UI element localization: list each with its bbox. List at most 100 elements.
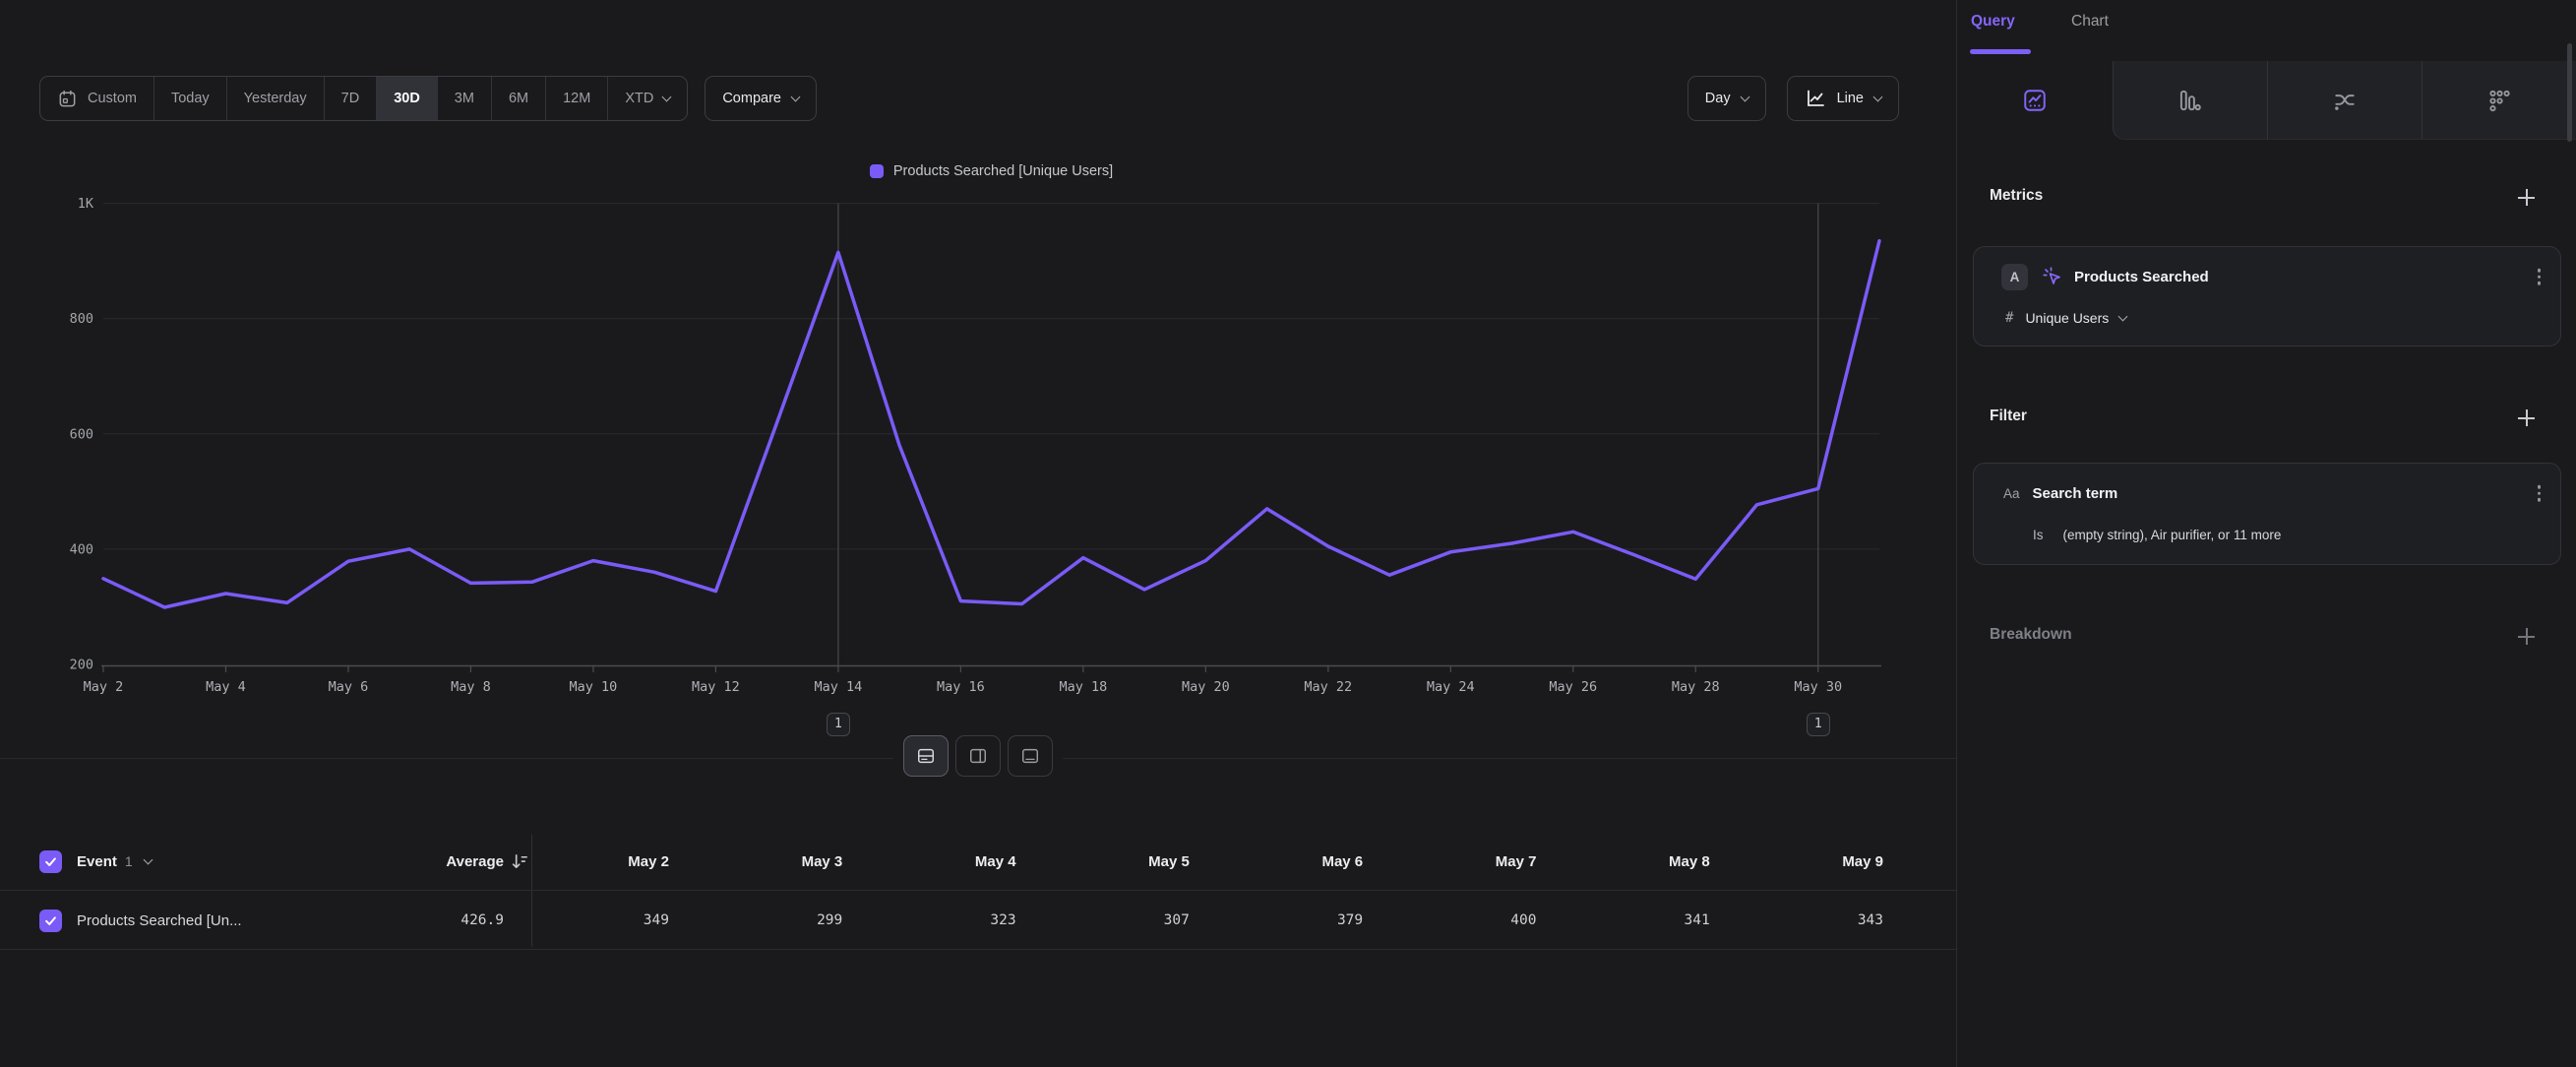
range-7d[interactable]: 7D — [324, 77, 377, 120]
filter-operator[interactable]: Is — [2033, 528, 2044, 542]
view-layout-toggle — [893, 735, 1063, 777]
viz-tab-insights[interactable] — [1957, 61, 2112, 140]
more-options-icon[interactable] — [2538, 269, 2542, 285]
x-tick-label: May 30 — [1794, 679, 1842, 695]
line-chart-icon — [1805, 88, 1826, 109]
metrics-heading: Metrics — [1990, 187, 2043, 205]
chart-legend[interactable]: Products Searched [Unique Users] — [103, 163, 1879, 179]
filter-card[interactable]: Aa Search term Is (empty string), Air pu… — [1973, 463, 2561, 565]
aggregation-prefix: # — [2005, 310, 2013, 326]
x-tick-label: May 4 — [206, 679, 246, 695]
chart-type-label: Line — [1837, 91, 1864, 106]
viz-tab-flows[interactable] — [2267, 61, 2422, 140]
add-breakdown-icon[interactable] — [2518, 628, 2535, 645]
cell-value: 341 — [1563, 891, 1710, 950]
viz-tab-retention[interactable] — [2423, 61, 2576, 140]
row-average: 426.9 — [366, 891, 504, 950]
y-tick-label: 600 — [70, 426, 93, 442]
chart-area[interactable]: Products Searched [Unique Users] 1K80060… — [0, 128, 1956, 758]
annotation-badge[interactable]: 1 — [827, 713, 850, 736]
column-header: May 5 — [1042, 832, 1190, 891]
event-label: Event — [77, 853, 117, 870]
funnels-icon — [2177, 88, 2202, 113]
query-panel: Query Chart Metrics A Products Searched … — [1956, 0, 2576, 1067]
row-name: Products Searched [Un... — [77, 891, 242, 950]
insights-icon — [2022, 88, 2048, 113]
chevron-down-icon — [143, 854, 153, 864]
cell-value: 299 — [695, 891, 842, 950]
x-tick-label: May 8 — [451, 679, 491, 695]
chevron-down-icon — [662, 92, 672, 101]
select-all-checkbox[interactable] — [39, 832, 62, 891]
event-dropdown[interactable]: Event 1 — [77, 832, 152, 891]
filter-value[interactable]: (empty string), Air purifier, or 11 more — [2063, 528, 2282, 542]
range-6m[interactable]: 6M — [491, 77, 545, 120]
chevron-down-icon — [791, 92, 801, 101]
layout-chart-and-table-button[interactable] — [903, 735, 949, 777]
viz-tab-funnels[interactable] — [2113, 61, 2267, 140]
line-chart[interactable]: 1K800600400200May 2May 4May 6May 8May 10… — [0, 128, 1956, 758]
calendar-icon — [57, 89, 78, 109]
metric-name: Products Searched — [2074, 269, 2209, 285]
scrollbar[interactable] — [2567, 43, 2572, 142]
column-separator — [531, 835, 532, 947]
column-header: May 2 — [521, 832, 669, 891]
annotation-badge[interactable]: 1 — [1807, 713, 1830, 736]
aggregation-dropdown[interactable]: Unique Users — [2025, 310, 2109, 326]
table-header-row: Event 1 Average May 2May 3May 4May 5May … — [0, 832, 1956, 891]
date-range-group: CustomTodayYesterday7D30D3M6M12MXTD — [39, 76, 688, 121]
cell-value: 379 — [1215, 891, 1363, 950]
column-header: May 4 — [869, 832, 1016, 891]
more-options-icon[interactable] — [2538, 485, 2542, 502]
range-xtd[interactable]: XTD — [607, 77, 687, 120]
range-30d[interactable]: 30D — [376, 77, 437, 120]
series-line[interactable] — [103, 241, 1879, 607]
data-table: Event 1 Average May 2May 3May 4May 5May … — [0, 832, 1956, 950]
cell-value: 307 — [1042, 891, 1190, 950]
column-header: May 7 — [1388, 832, 1536, 891]
row-checkbox[interactable] — [39, 891, 62, 950]
cell-value: 323 — [869, 891, 1016, 950]
tab-chart[interactable]: Chart — [2071, 13, 2109, 31]
visualization-tabs — [1957, 61, 2576, 140]
layout-chart-only-button[interactable] — [1008, 735, 1053, 777]
x-tick-label: May 26 — [1549, 679, 1597, 695]
x-tick-label: May 18 — [1059, 679, 1107, 695]
x-tick-label: May 24 — [1427, 679, 1475, 695]
x-tick-label: May 28 — [1672, 679, 1720, 695]
average-label: Average — [446, 853, 504, 870]
filter-property-name: Search term — [2033, 485, 2118, 502]
range-yesterday[interactable]: Yesterday — [226, 77, 324, 120]
active-tab-indicator — [1970, 49, 2031, 54]
range-custom[interactable]: Custom — [40, 77, 153, 120]
range-3m[interactable]: 3M — [437, 77, 491, 120]
x-tick-label: May 12 — [692, 679, 740, 695]
average-column-header[interactable]: Average — [366, 832, 504, 891]
y-tick-label: 800 — [70, 311, 93, 327]
main-area: CustomTodayYesterday7D30D3M6M12MXTD Comp… — [0, 0, 1956, 1067]
x-tick-label: May 20 — [1182, 679, 1230, 695]
column-header: May 9 — [1736, 832, 1883, 891]
chevron-down-icon — [2118, 311, 2128, 321]
range-today[interactable]: Today — [153, 77, 226, 120]
cell-value: 349 — [521, 891, 669, 950]
granularity-button[interactable]: Day — [1687, 76, 1766, 121]
x-tick-label: May 14 — [815, 679, 863, 695]
event-count: 1 — [125, 853, 133, 869]
tab-query[interactable]: Query — [1971, 13, 2015, 31]
metric-card[interactable]: A Products Searched # Unique Users — [1973, 246, 2561, 346]
toolbar: CustomTodayYesterday7D30D3M6M12MXTD Comp… — [39, 76, 1899, 121]
layout-split-view-button[interactable] — [955, 735, 1001, 777]
cell-value: 343 — [1736, 891, 1883, 950]
chart-type-button[interactable]: Line — [1787, 76, 1899, 121]
range-12m[interactable]: 12M — [545, 77, 607, 120]
add-metric-icon[interactable] — [2518, 189, 2535, 206]
granularity-label: Day — [1705, 91, 1731, 106]
check-icon — [43, 854, 58, 869]
y-tick-label: 400 — [70, 541, 93, 557]
compare-button[interactable]: Compare — [705, 76, 817, 121]
filter-heading: Filter — [1990, 408, 2027, 425]
add-filter-icon[interactable] — [2518, 409, 2535, 426]
table-row[interactable]: Products Searched [Un... 426.9 349 299 323… — [0, 891, 1956, 950]
legend-label: Products Searched [Unique Users] — [893, 163, 1113, 179]
